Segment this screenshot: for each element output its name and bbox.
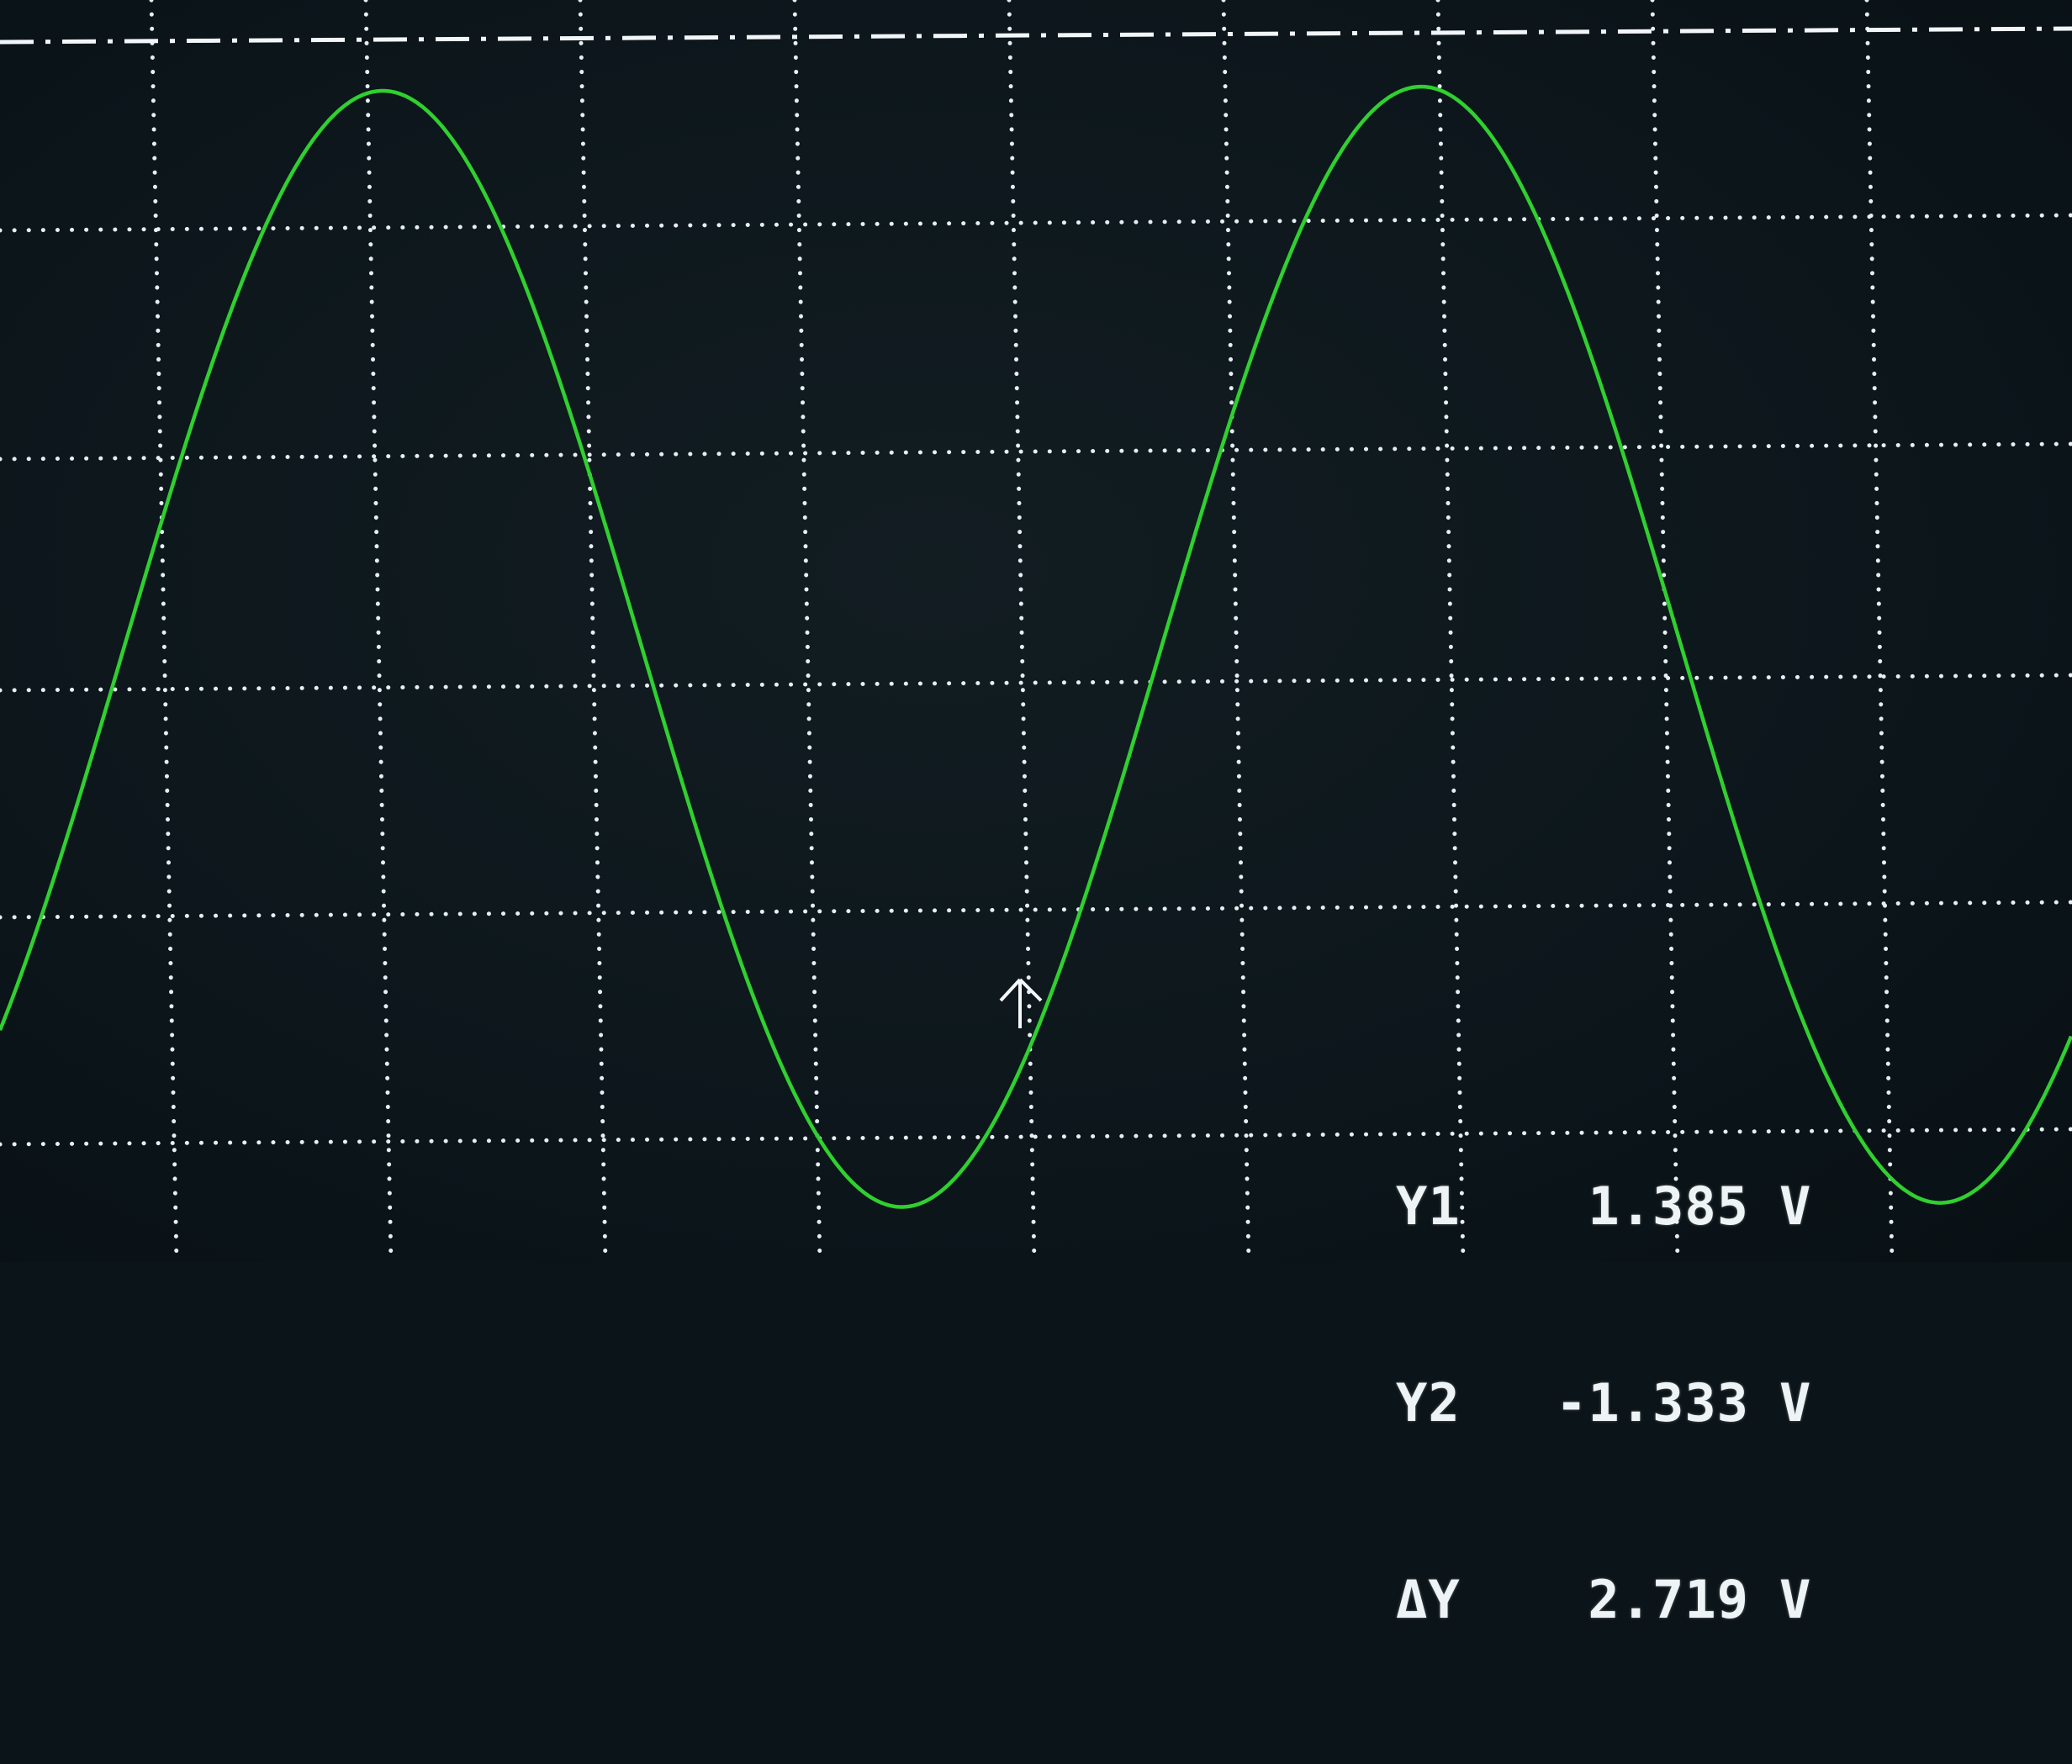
readout-y1: Y1 1.385 V (1396, 1174, 1811, 1239)
grid-line-vertical (1221, 0, 1251, 1262)
signal-trace (0, 84, 2072, 1209)
grid-line-vertical (1864, 0, 1895, 1262)
readout-delta-y-label: ΔY (1396, 1569, 1461, 1630)
cursor-reference-line[interactable] (0, 26, 2072, 45)
grid-line-horizontal (0, 441, 2072, 462)
up-arrow-cursor-icon[interactable] (999, 978, 1043, 1028)
readout-delta-y-unit: V (1779, 1569, 1812, 1630)
grid-line-horizontal (0, 213, 2072, 233)
grid-line-vertical (363, 0, 394, 1262)
grid-line-vertical (792, 0, 822, 1262)
grid-line-vertical (578, 0, 608, 1262)
readout-y2-value: -1.333 (1556, 1372, 1749, 1434)
readout-delta-y-value: 2.719 (1588, 1569, 1749, 1630)
readout-y2-label: Y2 (1396, 1372, 1461, 1434)
readout-y1-unit: V (1779, 1175, 1812, 1237)
grid-line-vertical (1007, 0, 1037, 1262)
readout-delta-y: ΔY 2.719 V (1396, 1567, 1811, 1633)
readout-y1-value: 1.385 (1588, 1175, 1749, 1237)
readout-y2-unit: V (1779, 1372, 1812, 1434)
oscilloscope-screen: Y1 1.385 V Y2 -1.333 V ΔY 2.719 V (0, 0, 2072, 1630)
measurement-readout: Y1 1.385 V Y2 -1.333 V ΔY 2.719 V (1396, 1043, 1811, 1764)
grid-line-horizontal (0, 673, 2072, 693)
grid-line-vertical (149, 0, 179, 1262)
readout-y2: Y2 -1.333 V (1396, 1371, 1811, 1436)
readout-y1-label: Y1 (1396, 1175, 1461, 1237)
